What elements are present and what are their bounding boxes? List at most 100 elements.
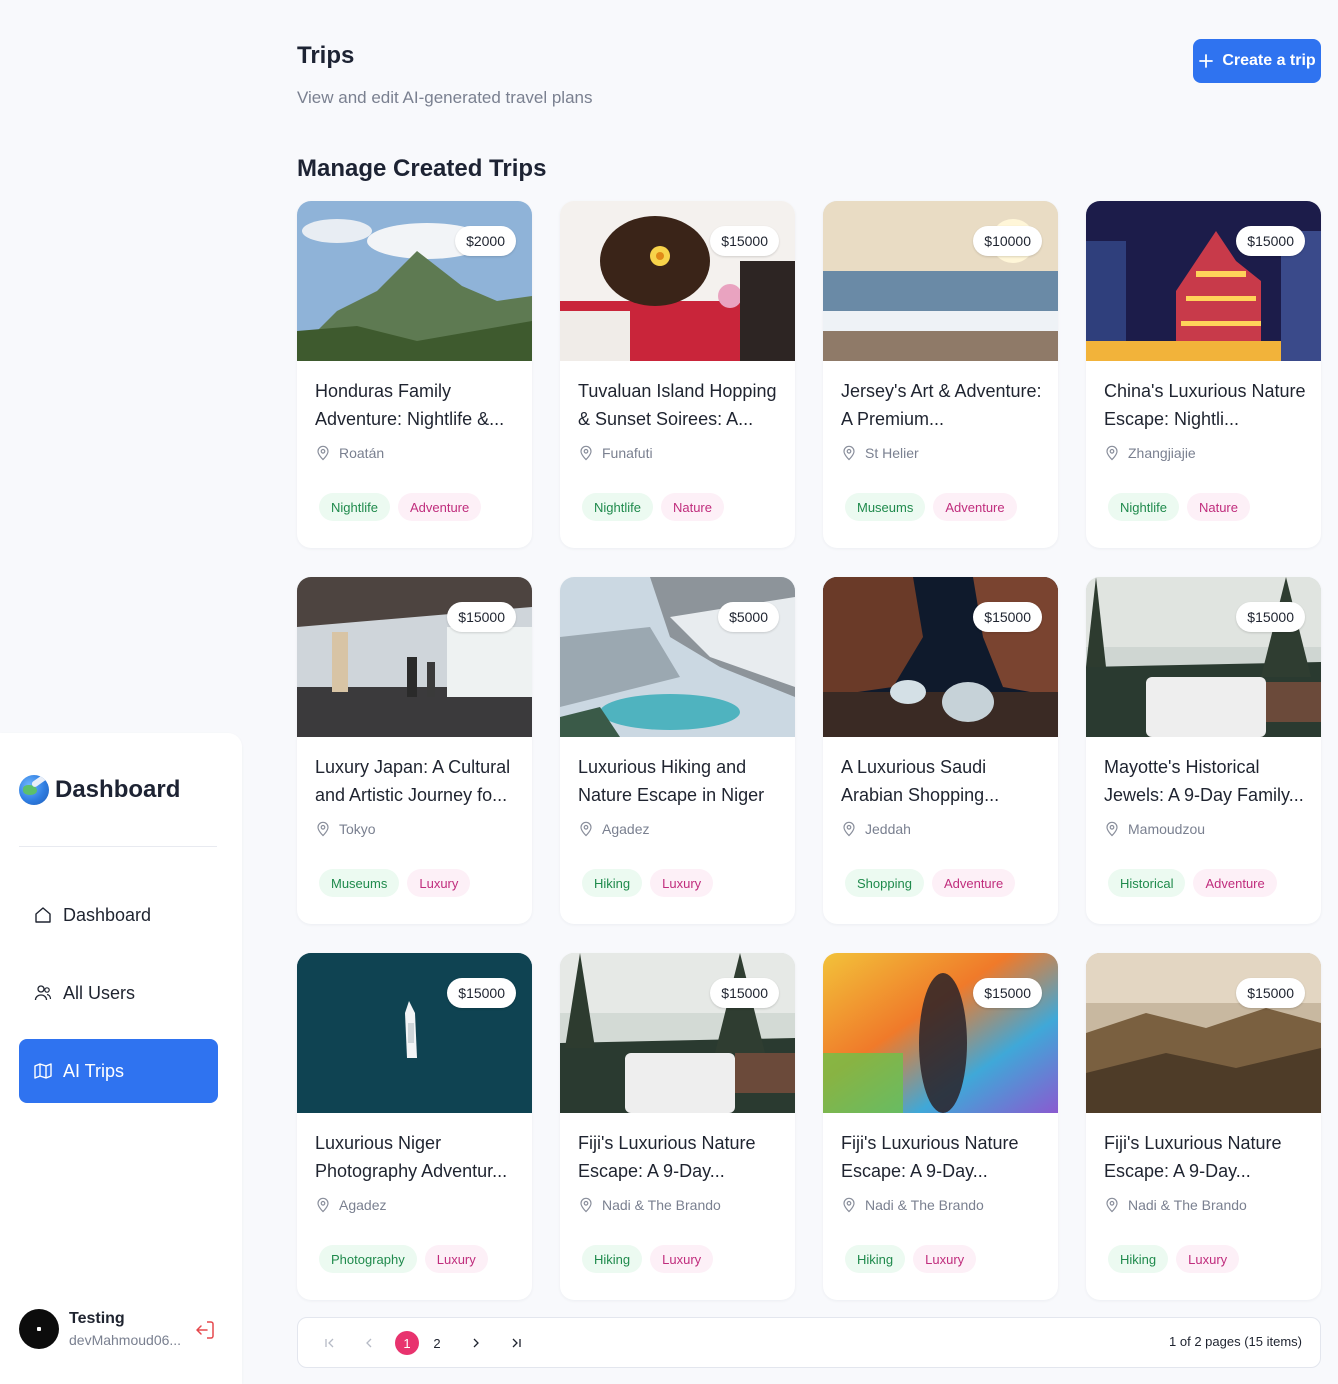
trip-card[interactable]: $2000 Honduras Family Adventure: Nightli… [297,201,532,548]
trip-image [297,953,532,1113]
price-badge: $15000 [1236,978,1305,1008]
trip-location: Funafuti [578,445,653,461]
tag-chip: Nature [1186,493,1250,521]
trip-location-text: Nadi & The Brando [1128,1197,1247,1213]
tag-chip: Hiking [845,1245,906,1273]
trip-location-text: Tokyo [339,821,376,837]
last-page-icon [512,1338,521,1348]
trip-tags: Nightlife Nature [582,493,724,521]
trip-image [297,201,532,361]
trip-image [1086,953,1321,1113]
trip-title: A Luxurious Saudi Arabian Shopping... [841,757,1000,805]
create-trip-button[interactable]: Create a trip [1193,39,1321,83]
sidebar-item-label: All Users [63,982,136,1003]
trip-card[interactable]: $15000 A Luxurious Saudi Arabian Shoppin… [823,577,1058,924]
logout-icon[interactable] [193,1318,217,1342]
tag-chip: Nightlife [1108,493,1179,521]
tag-chip: Luxury [650,1245,714,1273]
trip-tags: Nightlife Adventure [319,493,482,521]
sidebar-item-label: AI Trips [63,1060,125,1081]
trip-image [823,953,1058,1113]
trip-image [1086,201,1321,361]
pagination-info: 1 of 2 pages (15 items) [1169,1334,1302,1349]
trip-location: Zhangjiajie [1104,445,1196,461]
trip-tags: Museums Adventure [845,493,1017,521]
tag-chip: Luxury [650,869,714,897]
tag-chip: Adventure [931,869,1016,897]
location-pin-icon [1106,821,1118,837]
avatar [19,1309,59,1349]
price-badge: $15000 [973,602,1042,632]
trip-tags: Hiking Luxury [582,869,714,897]
trip-card[interactable]: $15000 Fiji's Luxurious Nature Escape: A… [1086,953,1321,1300]
price-badge: $15000 [447,602,516,632]
page-subtitle: View and edit AI-generated travel plans [297,88,593,107]
price-badge: $15000 [710,226,779,256]
price-badge: $15000 [973,978,1042,1008]
trip-image [560,953,795,1113]
tag-chip: Adventure [1193,869,1277,897]
price-badge: $15000 [1236,226,1305,256]
trip-card[interactable]: $15000 China's Luxurious Nature Escape: … [1086,201,1321,548]
trip-image [560,201,795,361]
trip-card[interactable]: $15000 Mayotte's Historical Jewels: A 9-… [1086,577,1321,924]
trip-card[interactable]: $10000 Jersey's Art & Adventure: A Premi… [823,201,1058,548]
first-page-button[interactable] [318,1331,342,1355]
chevron-right-icon [473,1338,479,1348]
location-pin-icon [317,445,329,461]
trip-card[interactable]: $5000 Luxurious Hiking and Nature Escape… [560,577,795,924]
trip-tags: Hiking Luxury [1108,1245,1240,1273]
trip-card[interactable]: $15000 Fiji's Luxurious Nature Escape: A… [560,953,795,1300]
create-trip-label: Create a trip [1222,52,1316,69]
location-pin-icon [580,1197,592,1213]
trip-card[interactable]: $15000 Luxury Japan: A Cultural and Arti… [297,577,532,924]
tag-chip: Hiking [582,1245,643,1273]
trip-card[interactable]: $15000 Luxurious Niger Photography Adven… [297,953,532,1300]
sidebar-item-ai-trips[interactable]: AI Trips [19,1039,218,1103]
sidebar-item-all-users[interactable]: All Users [19,961,218,1025]
users-icon [34,985,52,1001]
price-badge: $15000 [447,978,516,1008]
trip-tags: Photography Luxury [319,1245,488,1273]
globe-logo-icon [19,775,49,805]
location-pin-icon [580,821,592,837]
next-page-button[interactable] [464,1331,488,1355]
page-2-button[interactable]: 2 [425,1331,449,1355]
last-page-button[interactable] [504,1331,528,1355]
trip-title: Luxurious Hiking and Nature Escape in Ni… [578,757,765,805]
trip-card[interactable]: $15000 Tuvaluan Island Hopping & Sunset … [560,201,795,548]
trip-image [823,577,1058,737]
trip-card[interactable]: $15000 Fiji's Luxurious Nature Escape: A… [823,953,1058,1300]
tag-chip: Luxury [424,1245,488,1273]
location-pin-icon [843,445,855,461]
sidebar: Dashboard Dashboard All Users AI Trips T… [0,733,242,1384]
first-page-icon [325,1338,334,1348]
tag-chip: Photography [319,1245,417,1273]
trip-image [1086,577,1321,737]
prev-page-button[interactable] [357,1331,381,1355]
location-pin-icon [1106,1197,1118,1213]
page-1-button[interactable]: 1 [395,1331,419,1355]
tag-chip: Museums [319,869,400,897]
sidebar-item-dashboard[interactable]: Dashboard [19,883,218,947]
location-pin-icon [843,821,855,837]
trip-location-text: Zhangjiajie [1128,445,1196,461]
brand[interactable]: Dashboard [19,775,180,805]
trip-location-text: St Helier [865,445,919,461]
trip-title: Honduras Family Adventure: Nightlife &..… [315,381,505,429]
location-pin-icon [1106,445,1118,461]
tag-chip: Nightlife [582,493,653,521]
plus-icon [1199,54,1214,68]
tag-chip: Museums [845,493,926,521]
page-title: Trips [297,42,355,69]
trip-title: Fiji's Luxurious Nature Escape: A 9-Day.… [578,1133,756,1181]
user-profile[interactable]: Testing devMahmoud06... [19,1309,181,1349]
price-badge: $10000 [973,226,1042,256]
trip-location: Nadi & The Brando [841,1197,984,1213]
tag-chip: Shopping [845,869,924,897]
trip-title: Luxurious Niger Photography Adventur... [315,1133,508,1181]
home-icon [35,907,51,923]
trip-tags: Shopping Adventure [845,869,1016,897]
trip-tags: Hiking Luxury [845,1245,977,1273]
brand-text: Dashboard [55,776,181,803]
